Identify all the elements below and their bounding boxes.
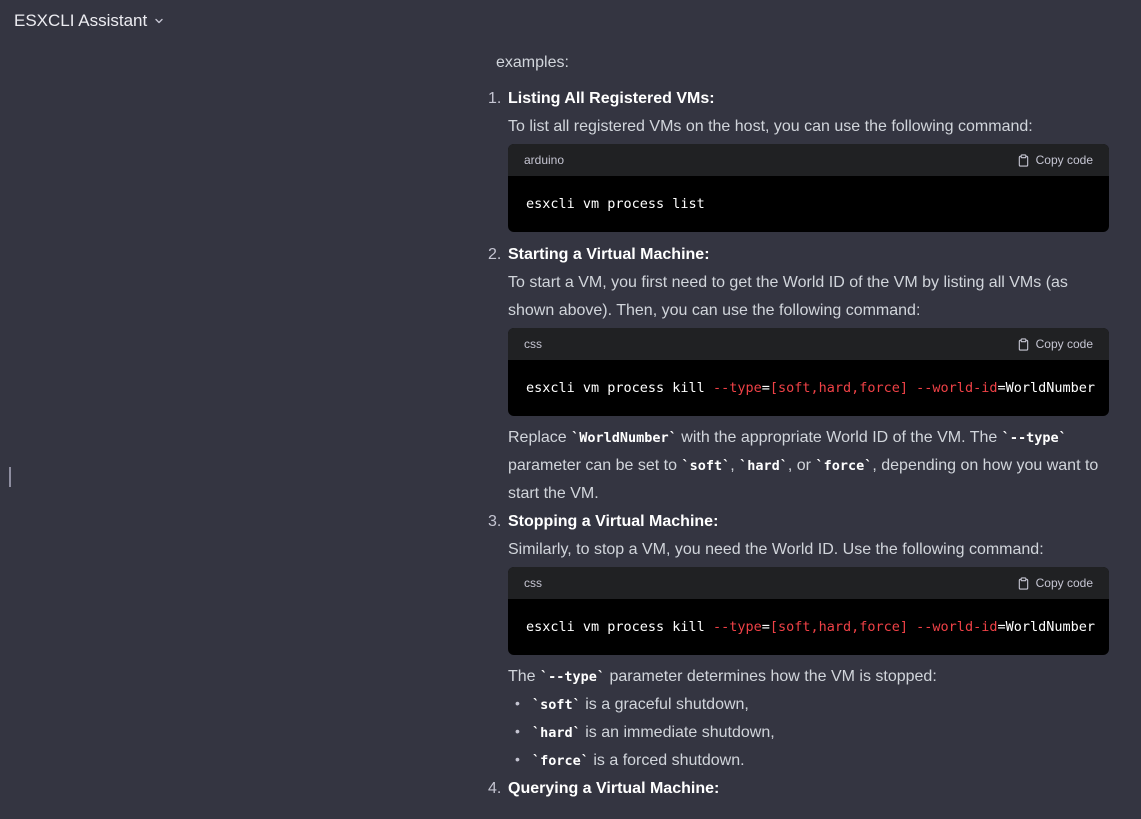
bullet-text: is an immediate shutdown,: [580, 724, 775, 741]
copy-code-label: Copy code: [1035, 576, 1093, 590]
item-number: 2.: [488, 246, 502, 263]
code-block: css Copy code esxcli vm process kill --t…: [508, 328, 1109, 416]
list-item: `force` is a forced shutdown.: [508, 745, 1109, 775]
app-title[interactable]: ESXCLI Assistant: [14, 11, 147, 31]
item-number: 1.: [488, 90, 502, 107]
inline-code: `force`: [532, 753, 589, 769]
inline-code: `--type`: [1001, 430, 1067, 446]
code-block: css Copy code esxcli vm process kill --t…: [508, 567, 1109, 655]
code-token-flag: --world-id: [916, 619, 998, 635]
bullet-text: is a graceful shutdown,: [580, 696, 749, 713]
list-item: `hard` is an immediate shutdown,: [508, 717, 1109, 747]
inline-code: `--type`: [540, 669, 606, 685]
item-number: 4.: [488, 780, 502, 797]
code-language: css: [524, 337, 542, 351]
copy-code-button[interactable]: Copy code: [1017, 146, 1093, 174]
bullet-list: `soft` is a graceful shutdown, `hard` is…: [508, 689, 1109, 775]
chat-header[interactable]: ESXCLI Assistant: [14, 10, 165, 32]
copy-code-button[interactable]: Copy code: [1017, 330, 1093, 358]
inline-code: `force`: [815, 458, 873, 474]
assistant-message: examples: 1. Listing All Registered VMs:…: [488, 48, 1109, 803]
note-text: parameter determines how the VM is stopp…: [605, 668, 937, 685]
list-item: `soft` is a graceful shutdown,: [508, 689, 1109, 719]
code-header: css Copy code: [508, 328, 1109, 360]
inline-code: `hard`: [532, 725, 581, 741]
intro-text: examples:: [496, 54, 569, 71]
code-language: css: [524, 576, 542, 590]
item-title: Starting a Virtual Machine:: [508, 246, 710, 263]
code-token-flag: --world-id: [916, 380, 998, 396]
code-token: =WorldNumber: [997, 380, 1095, 396]
clipboard-icon: [1018, 153, 1028, 167]
code-token: =: [761, 619, 770, 635]
code-content: esxcli vm process kill --type = [soft,hard…: [508, 360, 1109, 416]
item-note: Replace `WorldNumber` with the appropria…: [508, 424, 1109, 508]
code-header: css Copy code: [508, 567, 1109, 599]
list-item-4: 4. Querying a Virtual Machine:: [488, 775, 1109, 803]
clipboard-icon: [1018, 337, 1028, 351]
copy-code-label: Copy code: [1035, 153, 1093, 167]
note-text: ,: [730, 457, 740, 474]
item-title: Stopping a Virtual Machine:: [508, 513, 719, 530]
code-header: arduino Copy code: [508, 144, 1109, 176]
code-token-flag: --type: [712, 619, 762, 635]
code-token-flag: --type: [712, 380, 762, 396]
code-content: esxcli vm process list: [508, 176, 1109, 232]
code-token-value: [soft,hard,force]: [769, 380, 909, 396]
code-text: esxcli vm process list: [526, 196, 705, 212]
code-token: esxcli vm process kill: [526, 380, 713, 396]
note-text: with the appropriate World ID of the VM.…: [676, 429, 1002, 446]
code-content: esxcli vm process kill --type = [soft,hard…: [508, 599, 1109, 655]
numbered-list: 1. Listing All Registered VMs: To list a…: [488, 85, 1109, 803]
list-item-3: 3. Stopping a Virtual Machine: Similarly…: [488, 508, 1109, 775]
copy-code-button[interactable]: Copy code: [1017, 569, 1093, 597]
item-description: Similarly, to stop a VM, you need the Wo…: [508, 541, 1044, 558]
note-text: , or: [787, 457, 816, 474]
code-language: arduino: [524, 153, 565, 167]
inline-code: `soft`: [681, 458, 731, 474]
item-description: To list all registered VMs on the host, …: [508, 118, 1033, 135]
note-text: Replace: [508, 429, 572, 446]
bullet-text: is a forced shutdown.: [588, 752, 745, 769]
inline-code: `hard`: [739, 458, 788, 474]
item-title: Listing All Registered VMs:: [508, 90, 715, 107]
sidebar-resize-handle[interactable]: [9, 467, 11, 487]
inline-code: `WorldNumber`: [571, 430, 677, 446]
item-note: The `--type` parameter determines how th…: [508, 663, 1109, 691]
code-token-value: [soft,hard,force]: [769, 619, 909, 635]
copy-code-label: Copy code: [1035, 337, 1093, 351]
code-block: arduino Copy code esxcli vm process list: [508, 144, 1109, 232]
item-description: To start a VM, you first need to get the…: [508, 274, 1068, 319]
code-token: esxcli vm process kill: [526, 619, 713, 635]
list-item-2: 2. Starting a Virtual Machine: To start …: [488, 241, 1109, 508]
item-number: 3.: [488, 513, 502, 530]
chevron-down-icon[interactable]: [153, 15, 165, 27]
note-text: The: [508, 668, 541, 685]
inline-code: `soft`: [532, 697, 581, 713]
clipboard-icon: [1018, 576, 1028, 590]
code-token: =: [761, 380, 770, 396]
item-title: Querying a Virtual Machine:: [508, 780, 720, 797]
note-text: parameter can be set to: [508, 457, 682, 474]
code-token: =WorldNumber: [997, 619, 1095, 635]
list-item-1: 1. Listing All Registered VMs: To list a…: [488, 85, 1109, 232]
